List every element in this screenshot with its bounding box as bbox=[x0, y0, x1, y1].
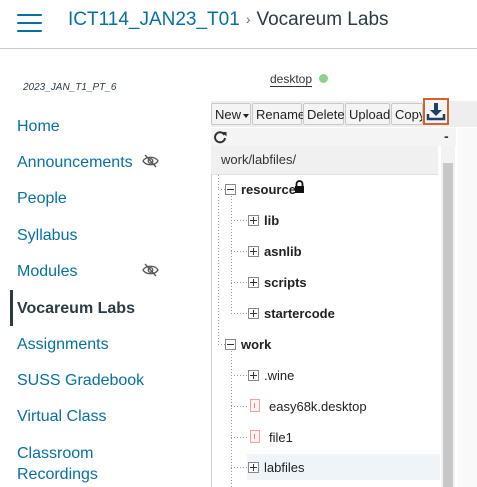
header-divider bbox=[0, 48, 477, 49]
folder-labfiles[interactable]: labfiles bbox=[264, 460, 304, 475]
minimize-button[interactable]: - bbox=[444, 128, 449, 144]
lock-icon bbox=[295, 180, 304, 193]
tree-line bbox=[231, 220, 247, 221]
nav-modules[interactable]: Modules bbox=[17, 261, 77, 282]
copy-button[interactable]: Copy bbox=[391, 103, 423, 125]
nav-classroom-label: Classroom bbox=[17, 445, 94, 462]
folder-wine[interactable]: .wine bbox=[264, 368, 294, 383]
caret-down-icon bbox=[243, 113, 250, 118]
expand-labfiles-toggle[interactable] bbox=[248, 462, 259, 473]
active-nav-indicator bbox=[10, 290, 13, 326]
editor-gutter bbox=[458, 128, 477, 487]
expand-lib-toggle[interactable] bbox=[248, 215, 259, 226]
nav-classroom-recordings[interactable]: Classroom Recordings bbox=[17, 443, 98, 485]
refresh-icon[interactable] bbox=[213, 130, 227, 144]
collapse-resource-toggle[interactable] bbox=[225, 184, 236, 195]
nav-people[interactable]: People bbox=[17, 188, 67, 209]
tree-line bbox=[231, 196, 232, 313]
nav-virtual-class[interactable]: Virtual Class bbox=[17, 406, 107, 427]
nav-suss-gradebook[interactable]: SUSS Gradebook bbox=[17, 370, 144, 391]
tree-line bbox=[231, 467, 247, 468]
breadcrumb: ICT114_JAN23_T01 › Vocareum Labs bbox=[68, 9, 389, 31]
upload-button[interactable]: Upload bbox=[345, 103, 390, 125]
tree-line bbox=[218, 344, 225, 345]
tree-line bbox=[231, 406, 247, 407]
new-button[interactable]: New bbox=[211, 103, 251, 125]
nav-vocareum-labs[interactable]: Vocareum Labs bbox=[17, 298, 135, 319]
tree-line bbox=[218, 194, 219, 344]
folder-startercode[interactable]: startercode bbox=[264, 306, 335, 321]
expand-startercode-toggle[interactable] bbox=[248, 308, 259, 319]
tree-line bbox=[218, 175, 219, 189]
nav-home[interactable]: Home bbox=[17, 116, 60, 137]
folder-scripts[interactable]: scripts bbox=[264, 275, 307, 290]
status-indicator bbox=[319, 74, 328, 83]
tree-line bbox=[218, 189, 225, 190]
expand-asnlib-toggle[interactable] bbox=[248, 246, 259, 257]
delete-button[interactable]: Delete bbox=[303, 103, 345, 125]
expand-wine-toggle[interactable] bbox=[248, 370, 259, 381]
nav-syllabus[interactable]: Syllabus bbox=[17, 225, 77, 246]
download-button[interactable] bbox=[423, 98, 449, 125]
breadcrumb-separator: › bbox=[245, 11, 251, 27]
new-button-label: New bbox=[215, 107, 242, 122]
tree-line bbox=[231, 251, 247, 252]
download-icon bbox=[426, 103, 446, 121]
nav-recordings-label: Recordings bbox=[17, 466, 98, 483]
folder-lib[interactable]: lib bbox=[264, 213, 279, 228]
desktop-tab[interactable]: desktop bbox=[270, 72, 313, 87]
tree-line bbox=[231, 282, 247, 283]
tree-line bbox=[231, 313, 247, 314]
file-panel-header bbox=[211, 128, 456, 146]
menu-hamburger-icon[interactable] bbox=[17, 13, 42, 33]
file-file1[interactable]: file1 bbox=[269, 430, 293, 445]
file-easy68k-desktop[interactable]: easy68k.desktop bbox=[269, 399, 367, 414]
rename-button[interactable]: Rename bbox=[252, 103, 305, 125]
scrollbar-thumb[interactable] bbox=[443, 163, 453, 487]
file-icon bbox=[250, 399, 260, 412]
nav-assignments[interactable]: Assignments bbox=[17, 334, 109, 355]
collapse-work-toggle[interactable] bbox=[225, 339, 236, 350]
file-icon bbox=[250, 430, 260, 443]
folder-work[interactable]: work bbox=[241, 337, 271, 352]
breadcrumb-current: Vocareum Labs bbox=[256, 9, 389, 30]
eye-slash-icon bbox=[142, 154, 159, 168]
eye-slash-icon bbox=[142, 263, 159, 277]
term-label: 2023_JAN_T1_PT_6 bbox=[23, 82, 117, 93]
folder-asnlib[interactable]: asnlib bbox=[264, 244, 302, 259]
nav-announcements[interactable]: Announcements bbox=[17, 152, 133, 173]
tree-line bbox=[231, 437, 247, 438]
expand-scripts-toggle[interactable] bbox=[248, 277, 259, 288]
current-path: work/labfiles/ bbox=[221, 152, 297, 167]
tree-line bbox=[231, 375, 247, 376]
breadcrumb-course-link[interactable]: ICT114_JAN23_T01 bbox=[68, 9, 240, 30]
folder-resource[interactable]: resource bbox=[241, 182, 296, 197]
